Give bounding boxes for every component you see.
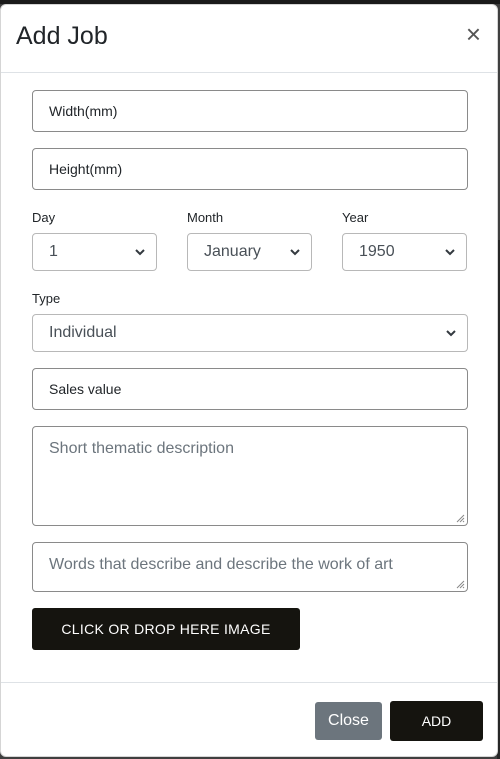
description-textarea[interactable]: Short thematic description <box>32 426 468 526</box>
modal-header: Add Job × <box>1 5 497 73</box>
resize-handle-icon[interactable] <box>456 514 465 523</box>
year-label: Year <box>342 210 369 225</box>
resize-handle-icon[interactable] <box>456 580 465 589</box>
month-select-value: January <box>204 243 261 260</box>
upload-image-label: CLICK OR DROP HERE IMAGE <box>61 621 271 637</box>
type-label: Type <box>32 291 61 306</box>
close-button[interactable]: Close <box>315 702 382 740</box>
close-icon[interactable]: × <box>466 21 481 47</box>
keywords-placeholder: Words that describe and describe the wor… <box>49 556 393 573</box>
keywords-textarea[interactable]: Words that describe and describe the wor… <box>32 542 468 592</box>
month-select[interactable]: January <box>187 233 312 271</box>
sales-value-input[interactable]: Sales value <box>32 368 468 410</box>
upload-image-button[interactable]: CLICK OR DROP HERE IMAGE <box>32 608 300 650</box>
day-select-value: 1 <box>49 243 58 260</box>
width-input-placeholder: Width(mm) <box>49 103 118 119</box>
type-select-value: Individual <box>49 324 117 341</box>
chevron-down-icon <box>135 249 145 256</box>
close-button-label: Close <box>328 712 369 729</box>
year-select-value: 1950 <box>359 243 395 260</box>
modal-title: Add Job <box>16 22 108 50</box>
sales-value-placeholder: Sales value <box>49 381 122 397</box>
add-button[interactable]: ADD <box>390 701 483 741</box>
width-input[interactable]: Width(mm) <box>32 90 468 132</box>
day-select[interactable]: 1 <box>32 233 157 271</box>
add-button-label: ADD <box>421 713 452 729</box>
modal-footer: Close ADD <box>1 682 497 758</box>
chevron-down-icon <box>290 249 300 256</box>
month-label: Month <box>187 210 224 225</box>
height-input-placeholder: Height(mm) <box>49 161 123 177</box>
year-select[interactable]: 1950 <box>342 233 467 271</box>
height-input[interactable]: Height(mm) <box>32 148 468 190</box>
day-label: Day <box>32 210 56 225</box>
type-select[interactable]: Individual <box>32 314 468 352</box>
add-job-modal: Add Job × Width(mm) Height(mm) Day Month… <box>0 4 498 757</box>
chevron-down-icon <box>446 330 456 337</box>
description-placeholder: Short thematic description <box>49 440 234 457</box>
chevron-down-icon <box>445 249 455 256</box>
